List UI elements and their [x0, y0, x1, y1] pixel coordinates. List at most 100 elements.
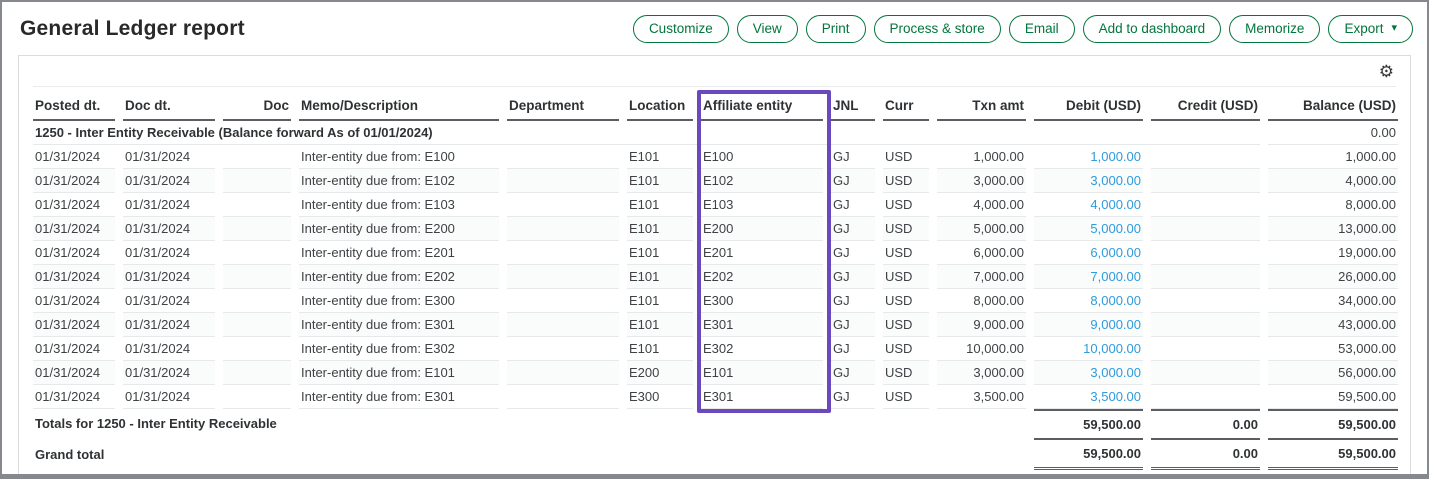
cell-memo: Inter-entity due from: E300 — [299, 289, 499, 313]
cell-doc_dt: 01/31/2024 — [123, 361, 215, 385]
button-label: Export — [1344, 21, 1383, 36]
customize-button[interactable]: Customize — [633, 15, 729, 43]
cell-doc — [223, 289, 291, 313]
print-button[interactable]: Print — [806, 15, 866, 43]
total-balance: 59,500.00 — [1268, 438, 1398, 470]
cell-curr: USD — [883, 145, 929, 169]
cell-posted: 01/31/2024 — [33, 313, 115, 337]
cell-doc — [223, 193, 291, 217]
cell-affiliate: E301 — [701, 313, 823, 337]
column-header-curr: Curr — [883, 89, 929, 121]
cell-department — [507, 313, 619, 337]
add-to-dashboard-button[interactable]: Add to dashboard — [1083, 15, 1222, 43]
cell-doc — [223, 313, 291, 337]
grand-total-row: Grand total59,500.000.0059,500.00 — [33, 438, 1398, 470]
debit-link[interactable]: 1,000.00 — [1034, 145, 1143, 169]
cell-jnl: GJ — [831, 217, 875, 241]
gear-icon[interactable]: ⚙ — [1379, 63, 1394, 80]
cell-balance: 0.00 — [1268, 121, 1398, 145]
cell-balance: 19,000.00 — [1268, 241, 1398, 265]
cell-credit — [1151, 193, 1260, 217]
cell-credit — [1151, 241, 1260, 265]
cell-txn: 3,000.00 — [937, 169, 1026, 193]
cell-department — [507, 217, 619, 241]
cell-memo: Inter-entity due from: E202 — [299, 265, 499, 289]
debit-link[interactable]: 7,000.00 — [1034, 265, 1143, 289]
grand-total-row-label: Grand total — [33, 438, 1026, 470]
cell-posted: 01/31/2024 — [33, 241, 115, 265]
toolbar: Customize View Print Process & store Email Ad… — [625, 15, 1413, 43]
cell-txn: 8,000.00 — [937, 289, 1026, 313]
cell-affiliate: E301 — [701, 385, 823, 409]
cell-balance: 59,500.00 — [1268, 385, 1398, 409]
cell-location: E101 — [627, 217, 693, 241]
cell-jnl: GJ — [831, 361, 875, 385]
button-label: Print — [822, 21, 850, 36]
cell-affiliate: E302 — [701, 337, 823, 361]
column-header-txn: Txn amt — [937, 89, 1026, 121]
cell-txn: 3,000.00 — [937, 361, 1026, 385]
column-header-jnl: JNL — [831, 89, 875, 121]
cell-txn: 3,500.00 — [937, 385, 1026, 409]
cell-credit — [1151, 337, 1260, 361]
cell-department — [507, 361, 619, 385]
button-label: Customize — [649, 21, 713, 36]
table-row: 01/31/202401/31/2024Inter-entity due fro… — [33, 217, 1398, 241]
email-button[interactable]: Email — [1009, 15, 1075, 43]
cell-location: E101 — [627, 313, 693, 337]
cell-jnl: GJ — [831, 265, 875, 289]
process-store-button[interactable]: Process & store — [874, 15, 1001, 43]
column-header-location: Location — [627, 89, 693, 121]
button-label: Email — [1025, 21, 1059, 36]
view-button[interactable]: View — [737, 15, 798, 43]
cell-doc_dt: 01/31/2024 — [123, 265, 215, 289]
debit-link[interactable]: 6,000.00 — [1034, 241, 1143, 265]
cell-txn: 9,000.00 — [937, 313, 1026, 337]
divider — [33, 86, 1396, 87]
total-credit: 0.00 — [1151, 438, 1260, 470]
cell-txn: 6,000.00 — [937, 241, 1026, 265]
table-row: 01/31/202401/31/2024Inter-entity due fro… — [33, 337, 1398, 361]
debit-link[interactable]: 5,000.00 — [1034, 217, 1143, 241]
cell-curr: USD — [883, 241, 929, 265]
cell-credit — [1151, 385, 1260, 409]
cell-department — [507, 193, 619, 217]
cell-balance: 43,000.00 — [1268, 313, 1398, 337]
cell-doc — [223, 217, 291, 241]
account-totals-row-label: Totals for 1250 - Inter Entity Receivabl… — [33, 409, 1026, 438]
cell-location: E300 — [627, 385, 693, 409]
cell-balance: 8,000.00 — [1268, 193, 1398, 217]
table-row: 01/31/202401/31/2024Inter-entity due fro… — [33, 145, 1398, 169]
table-row: 01/31/202401/31/2024Inter-entity due fro… — [33, 241, 1398, 265]
debit-link[interactable]: 10,000.00 — [1034, 337, 1143, 361]
debit-link[interactable]: 8,000.00 — [1034, 289, 1143, 313]
cell-posted: 01/31/2024 — [33, 145, 115, 169]
account-group-header-row: 1250 - Inter Entity Receivable (Balance … — [33, 121, 1398, 145]
debit-link[interactable]: 9,000.00 — [1034, 313, 1143, 337]
button-label: View — [753, 21, 782, 36]
column-header-balance: Balance (USD) — [1268, 89, 1398, 121]
card-toolbar: ⚙ — [19, 56, 1410, 86]
column-header-department: Department — [507, 89, 619, 121]
debit-link[interactable]: 4,000.00 — [1034, 193, 1143, 217]
cell-jnl: GJ — [831, 241, 875, 265]
table-row: 01/31/202401/31/2024Inter-entity due fro… — [33, 289, 1398, 313]
column-header-memo: Memo/Description — [299, 89, 499, 121]
cell-doc_dt: 01/31/2024 — [123, 241, 215, 265]
debit-link[interactable]: 3,500.00 — [1034, 385, 1143, 409]
account-totals-row: Totals for 1250 - Inter Entity Receivabl… — [33, 409, 1398, 438]
memorize-button[interactable]: Memorize — [1229, 15, 1320, 43]
cell-memo: Inter-entity due from: E301 — [299, 385, 499, 409]
cell-balance: 26,000.00 — [1268, 265, 1398, 289]
total-credit: 0.00 — [1151, 409, 1260, 438]
cell-doc — [223, 145, 291, 169]
cell-doc — [223, 337, 291, 361]
cell-memo: Inter-entity due from: E101 — [299, 361, 499, 385]
debit-link[interactable]: 3,000.00 — [1034, 169, 1143, 193]
debit-link[interactable]: 3,000.00 — [1034, 361, 1143, 385]
cell-curr: USD — [883, 313, 929, 337]
cell-department — [507, 145, 619, 169]
cell-doc_dt: 01/31/2024 — [123, 289, 215, 313]
cell-memo: Inter-entity due from: E200 — [299, 217, 499, 241]
export-button[interactable]: Export▾ — [1328, 15, 1413, 43]
